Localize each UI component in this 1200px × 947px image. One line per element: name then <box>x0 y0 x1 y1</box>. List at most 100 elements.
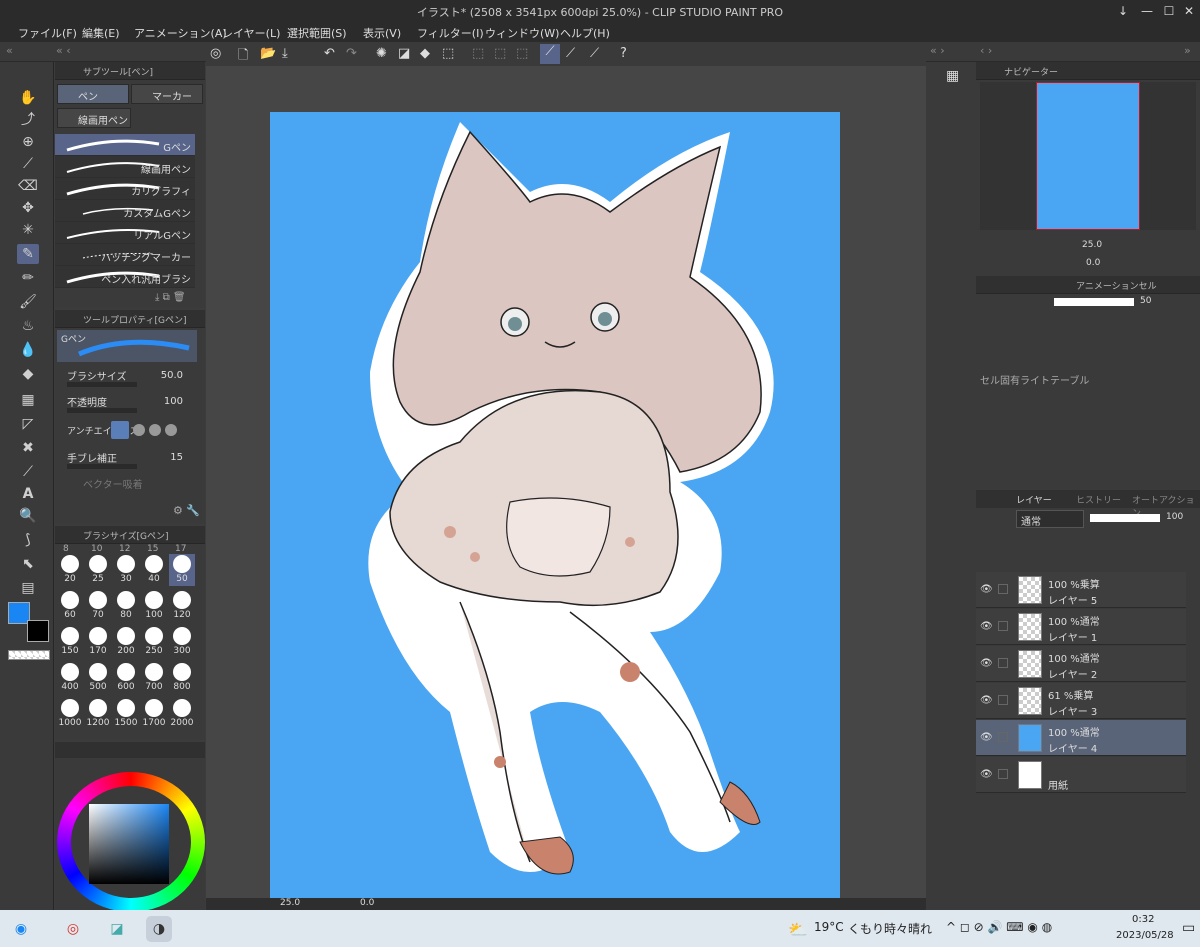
eyedropper-icon[interactable]: ⟋ <box>17 154 39 174</box>
fill-bucket-tool-icon[interactable]: ◆ <box>17 364 39 384</box>
stabilization-row[interactable]: 手ブレ補正 15 <box>67 450 197 472</box>
toolprop-settings-icon[interactable]: ⚙ 🔧 <box>173 504 200 517</box>
tab-lineart-pen[interactable]: 線画用ペン <box>57 108 131 128</box>
brush-inking-general[interactable]: ペン入れ汎用ブラシ <box>55 266 195 288</box>
brush-size-value[interactable]: 50.0 <box>161 370 183 381</box>
brush-size-50[interactable]: 50 <box>169 554 195 586</box>
text-icon[interactable]: A <box>17 484 39 504</box>
navigator-rotate[interactable]: 0.0 <box>1086 258 1100 268</box>
menu-window[interactable]: ウィンドウ(W) <box>485 25 559 41</box>
layer-row[interactable]: 👁 100 %通常 レイヤー 2 <box>976 646 1186 682</box>
balloon-icon[interactable]: ⟆ <box>17 530 39 550</box>
brush-size-600[interactable]: 600 <box>113 662 139 694</box>
close-button[interactable]: ✕ <box>1178 2 1200 20</box>
frame-icon[interactable]: ✖ <box>17 438 39 458</box>
brush-size-25[interactable]: 25 <box>85 554 111 586</box>
brush-calligraphy[interactable]: カリグラフィ <box>55 178 195 200</box>
clip-studio-taskbar-icon[interactable]: ◑ <box>146 916 172 942</box>
status-angle[interactable]: 0.0 <box>360 898 374 908</box>
layer-lock-toggle[interactable] <box>998 584 1008 594</box>
transform-icon[interactable]: ⬚ <box>442 46 454 61</box>
chrome-icon[interactable]: ◎ <box>60 916 86 942</box>
tab-pen[interactable]: ペン <box>57 84 129 104</box>
snap-special-ruler-icon[interactable]: ⟋ <box>566 46 575 61</box>
layer-row[interactable]: 👁 100 %通常 レイヤー 4 <box>976 720 1186 756</box>
brush-size-170[interactable]: 170 <box>85 626 111 658</box>
magic-wand-icon[interactable]: ✳ <box>17 220 39 240</box>
brush-size-1700[interactable]: 1700 <box>141 698 167 730</box>
brush-size-700[interactable]: 700 <box>141 662 167 694</box>
brush-custom-g-pen[interactable]: カスタムGペン <box>55 200 195 222</box>
menu-file[interactable]: ファイル(F) <box>18 25 77 41</box>
clip-studio-icon[interactable]: ◎ <box>210 46 221 61</box>
brush-size-20[interactable]: 20 <box>57 554 83 586</box>
vector-snap-row[interactable]: ベクター吸着 <box>67 476 197 498</box>
pin-icon[interactable]: ↓ <box>1112 2 1134 20</box>
open-file-icon[interactable]: 📂 <box>260 46 276 61</box>
snap-grid-icon[interactable]: ⟋ <box>590 46 599 61</box>
opacity-value[interactable]: 100 <box>164 396 183 407</box>
eye-icon[interactable]: 👁 <box>980 695 993 706</box>
tray-icons[interactable]: ^ ◻ ⊘ 🔊 ⌨ ◉ ◍ <box>946 920 1052 934</box>
eye-icon[interactable]: 👁 <box>980 621 993 632</box>
menu-edit[interactable]: 編集(E) <box>82 25 120 41</box>
gradient-icon[interactable]: ▦ <box>17 390 39 410</box>
brush-size-400[interactable]: 400 <box>57 662 83 694</box>
eye-icon[interactable]: 👁 <box>980 732 993 743</box>
maximize-button[interactable]: ☐ <box>1158 2 1180 20</box>
fill-icon[interactable]: ◪ <box>398 46 410 61</box>
clock-time[interactable]: 0:32 <box>1132 914 1154 925</box>
collapse-left-icon[interactable]: « <box>6 44 13 57</box>
minimize-button[interactable]: — <box>1136 2 1158 20</box>
brush-size-120[interactable]: 120 <box>169 590 195 622</box>
panel-layout-icon[interactable]: ▤ <box>17 578 39 598</box>
antialias-strong[interactable] <box>165 424 177 436</box>
opacity-row[interactable]: 不透明度 100 <box>67 394 197 416</box>
zoom-icon[interactable]: 🔍 <box>17 506 39 526</box>
layer-row[interactable]: 👁 61 %乗算 レイヤー 3 <box>976 683 1186 719</box>
navigator-zoom[interactable]: 25.0 <box>1082 240 1102 250</box>
layer-row[interactable]: 👁 100 %通常 レイヤー 1 <box>976 609 1186 645</box>
brush-real-g-pen[interactable]: リアルGペン <box>55 222 195 244</box>
snap-ruler-icon[interactable]: ⟋ <box>540 44 560 64</box>
antialias-none[interactable] <box>111 421 129 439</box>
blend-mode-select[interactable]: 通常 <box>1016 510 1084 528</box>
menu-selection[interactable]: 選択範囲(S) <box>287 25 347 41</box>
eye-icon[interactable]: 👁 <box>980 658 993 669</box>
clock-date[interactable]: 2023/05/28 <box>1116 930 1174 941</box>
eye-icon[interactable]: 👁 <box>980 584 993 595</box>
sub-color-swatch[interactable] <box>27 620 49 642</box>
menu-view[interactable]: 表示(V) <box>363 25 401 41</box>
collapse-far-right-icon[interactable]: » <box>1184 44 1191 57</box>
canvas[interactable] <box>270 112 840 898</box>
app-icon[interactable]: ◪ <box>104 916 130 942</box>
layer-lock-toggle[interactable] <box>998 695 1008 705</box>
pen-icon[interactable]: ✎ <box>17 244 39 264</box>
edge-icon[interactable]: ◉ <box>8 916 34 942</box>
layer-row[interactable]: 👁 100 %乗算 レイヤー 5 <box>976 572 1186 608</box>
transparent-color-swatch[interactable] <box>8 650 50 660</box>
fill-bucket-icon[interactable]: ◆ <box>420 46 430 61</box>
antialias-weak[interactable] <box>133 424 145 436</box>
brush-hatching-marker[interactable]: ハッチングマーカー <box>55 244 195 266</box>
status-zoom[interactable]: 25.0 <box>280 898 300 908</box>
airbrush-icon[interactable]: ♨ <box>17 316 39 336</box>
layer-lock-toggle[interactable] <box>998 769 1008 779</box>
brush-size-60[interactable]: 60 <box>57 590 83 622</box>
saturation-value-square[interactable] <box>89 804 169 884</box>
brush-size-row[interactable]: ブラシサイズ 50.0 <box>67 368 197 390</box>
ruler-icon[interactable]: ⟋ <box>17 462 39 482</box>
crop-icon[interactable]: ⬚ <box>494 46 506 61</box>
invert-icon[interactable]: ⬚ <box>516 46 528 61</box>
deselect-icon[interactable]: ⬚ <box>472 46 484 61</box>
brush-size-150[interactable]: 150 <box>57 626 83 658</box>
new-file-icon[interactable]: 🗋 <box>238 46 248 68</box>
brush-size-200[interactable]: 200 <box>113 626 139 658</box>
brush-size-100[interactable]: 100 <box>141 590 167 622</box>
brush-size-1500[interactable]: 1500 <box>113 698 139 730</box>
eye-icon[interactable]: 👁 <box>980 769 993 780</box>
weather-text[interactable]: くもり時々晴れ <box>848 920 932 937</box>
layer-lock-toggle[interactable] <box>998 658 1008 668</box>
brush-size-800[interactable]: 800 <box>169 662 195 694</box>
brush-size-80[interactable]: 80 <box>113 590 139 622</box>
